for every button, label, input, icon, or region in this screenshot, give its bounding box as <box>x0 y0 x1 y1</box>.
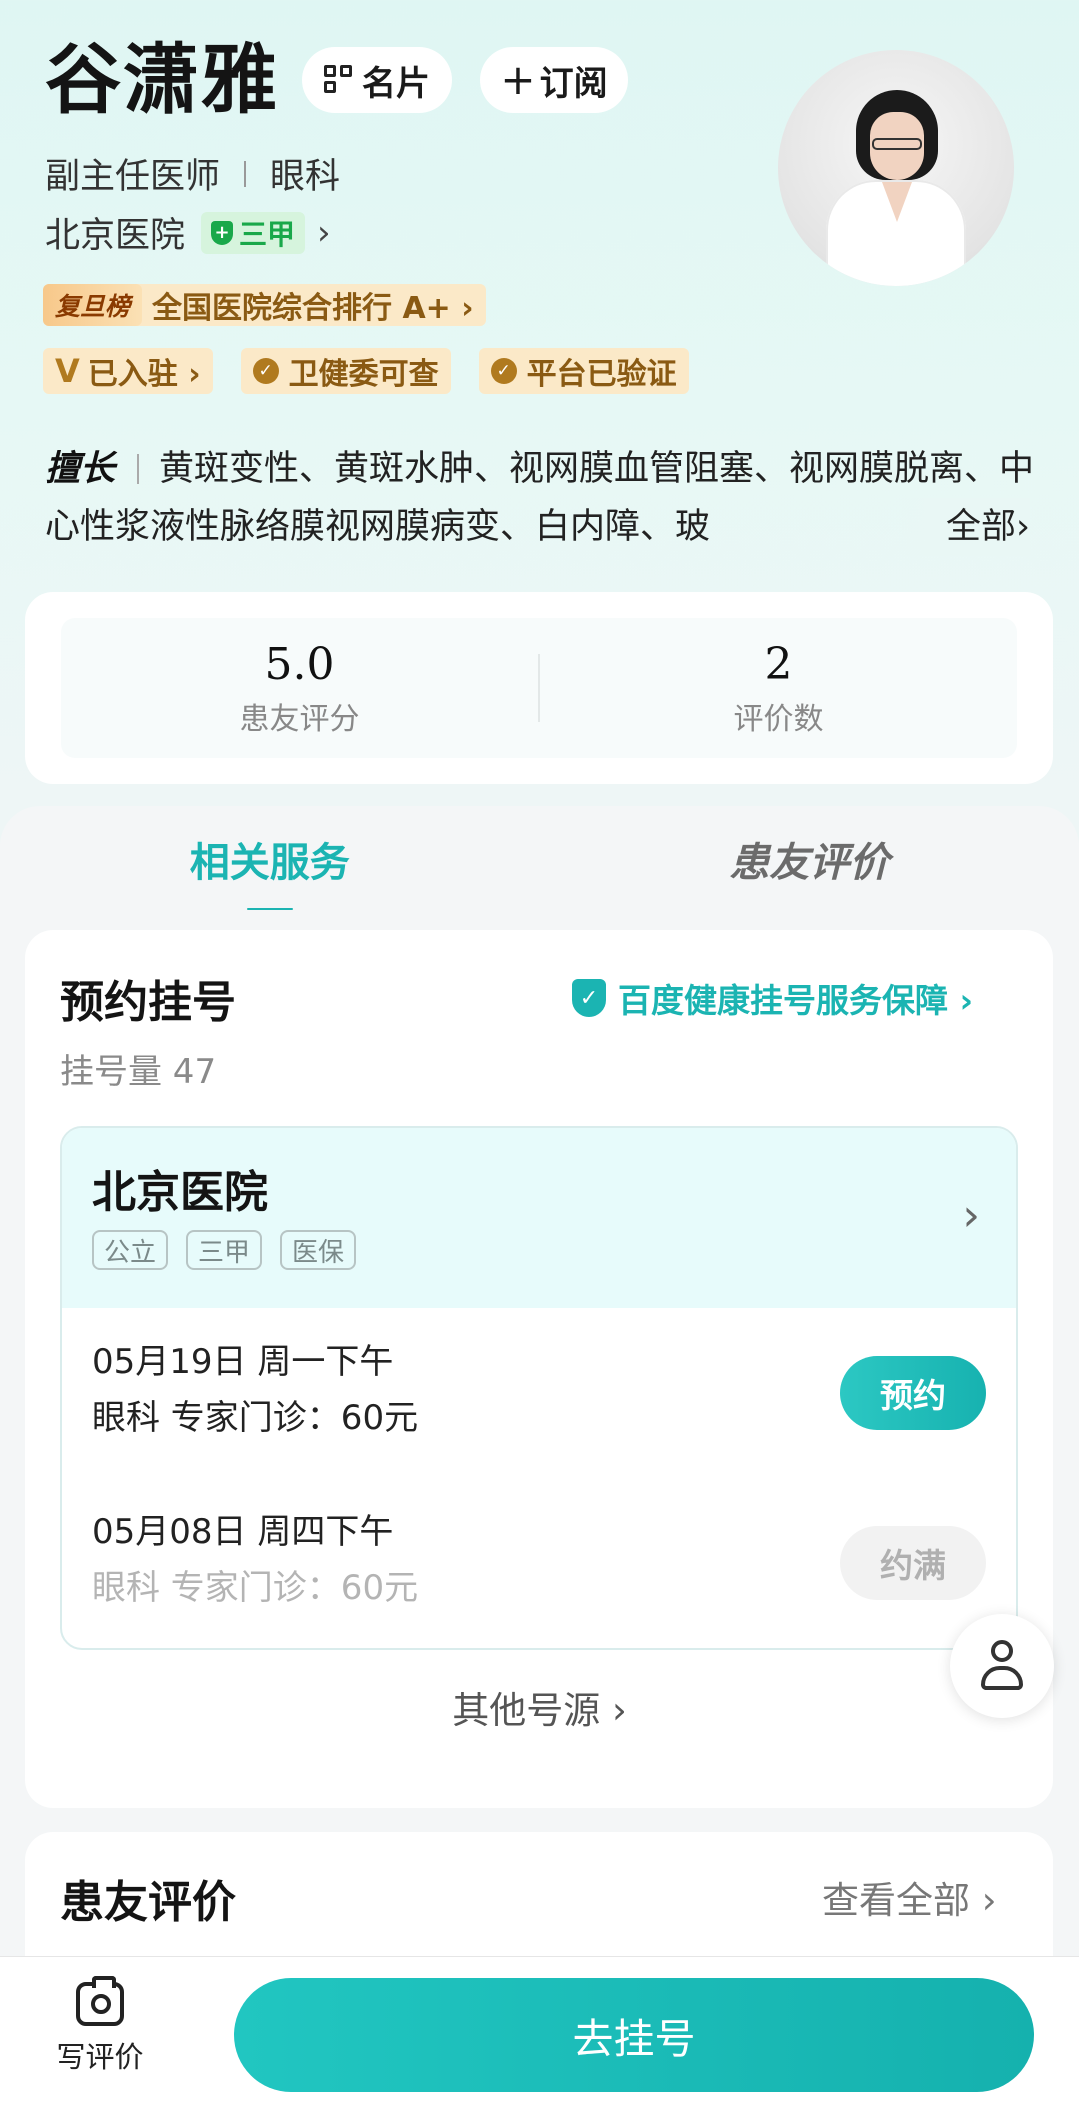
write-review-button[interactable]: 写评价 <box>48 1976 152 2076</box>
shield-check-icon: ✓ <box>572 979 606 1017</box>
tab-bar: 相关服务 患友评价 <box>0 830 1079 910</box>
health-commission-badge[interactable]: ✓ 卫健委可查 <box>240 348 451 394</box>
guarantee-link[interactable]: ✓ 百度健康挂号服务保障 › <box>572 974 973 1022</box>
hospital-schedule-box: 北京医院 公立 三甲 医保 › 05月19日 周一下午 眼科 专家门诊：60元 … <box>60 1126 1018 1650</box>
settled-badge[interactable]: V 已入驻 › <box>43 348 213 394</box>
plus-icon: + <box>500 55 536 104</box>
review-count[interactable]: 2 评价数 <box>540 618 1017 758</box>
platform-verified-badge[interactable]: ✓ 平台已验证 <box>478 348 689 394</box>
doctor-name: 谷潇雅 <box>45 35 279 124</box>
qr-code-icon <box>324 65 354 95</box>
other-sources-link[interactable]: 其他号源 › <box>0 1680 1079 1734</box>
hospital-name: 北京医院 <box>45 216 186 256</box>
rating-score-value: 5.0 <box>264 638 335 690</box>
floating-profile-button[interactable] <box>950 1614 1054 1718</box>
rank-tag: 复旦榜 <box>43 284 143 326</box>
active-tab-indicator <box>246 908 293 910</box>
person-icon <box>979 1640 1025 1692</box>
view-all-reviews-link[interactable]: 查看全部 › <box>822 1870 997 1924</box>
hospital-link[interactable]: 北京医院 + 三甲 › <box>45 207 331 258</box>
rating-score[interactable]: 5.0 患友评分 <box>61 618 538 758</box>
schedule-hospital-name: 北京医院 <box>92 1167 268 1218</box>
specialty-content: 黄斑变性、黄斑水肿、视网膜血管阻塞、视网膜脱离、中心性浆液性脉络膜视网膜病变、白… <box>45 449 1035 547</box>
business-card-label: 名片 <box>362 63 430 104</box>
doctor-avatar[interactable] <box>778 50 1014 286</box>
business-card-button[interactable]: 名片 <box>302 47 452 113</box>
hospital-grade-badge: + 三甲 <box>201 211 306 254</box>
hospital-tag: 医保 <box>280 1230 357 1270</box>
go-register-button[interactable]: 去挂号 <box>234 1978 1034 2092</box>
doctor-department: 眼科 <box>270 157 341 197</box>
verification-badges: V 已入驻 › ✓ 卫健委可查 ✓ 平台已验证 <box>43 348 689 394</box>
rating-score-label: 患友评分 <box>239 701 360 737</box>
v-icon: V <box>55 352 80 390</box>
shield-check-icon: ✓ <box>490 358 517 384</box>
camera-icon <box>76 1976 124 2026</box>
divider <box>244 160 247 187</box>
appointment-title: 预约挂号 <box>60 977 236 1028</box>
chevron-right-icon: › <box>317 212 331 253</box>
review-count-label: 评价数 <box>733 701 824 737</box>
subscribe-button[interactable]: + 订阅 <box>480 47 628 113</box>
rating-card: 5.0 患友评分 2 评价数 <box>25 592 1053 784</box>
ranking-badge[interactable]: 复旦榜 全国医院综合排行 A+ › <box>43 284 486 326</box>
specialty-text: 擅长 黄斑变性、黄斑水肿、视网膜血管阻塞、视网膜脱离、中心性浆液性脉络膜视网膜病变… <box>45 440 1035 556</box>
shield-check-icon: ✓ <box>252 358 279 384</box>
hospital-cross-icon: + <box>211 220 234 245</box>
tab-related-services[interactable]: 相关服务 <box>0 830 540 910</box>
hospital-header[interactable]: 北京医院 公立 三甲 医保 › <box>62 1128 1016 1308</box>
hospital-tag: 公立 <box>92 1230 169 1270</box>
rank-text: 全国医院综合排行 A+ › <box>152 291 474 326</box>
fully-booked-button: 约满 <box>840 1526 986 1600</box>
write-review-label: 写评价 <box>56 2040 144 2074</box>
tab-patient-reviews[interactable]: 患友评价 <box>540 830 1079 910</box>
subscribe-label: 订阅 <box>539 63 608 104</box>
reviews-title: 患友评价 <box>60 1877 236 1928</box>
specialty-more-link[interactable]: 全部› <box>896 498 1030 556</box>
chevron-right-icon: › <box>962 1190 980 1241</box>
review-count-value: 2 <box>764 638 793 690</box>
book-button[interactable]: 预约 <box>840 1356 986 1430</box>
specialty-label: 擅长 <box>45 449 116 489</box>
doctor-title-line: 副主任医师 眼科 <box>45 148 340 199</box>
hospital-tag: 三甲 <box>186 1230 263 1270</box>
hospital-tags: 公立 三甲 医保 <box>92 1230 357 1270</box>
doctor-title: 副主任医师 <box>45 157 221 197</box>
registration-count: 挂号量 47 <box>60 1052 217 1092</box>
